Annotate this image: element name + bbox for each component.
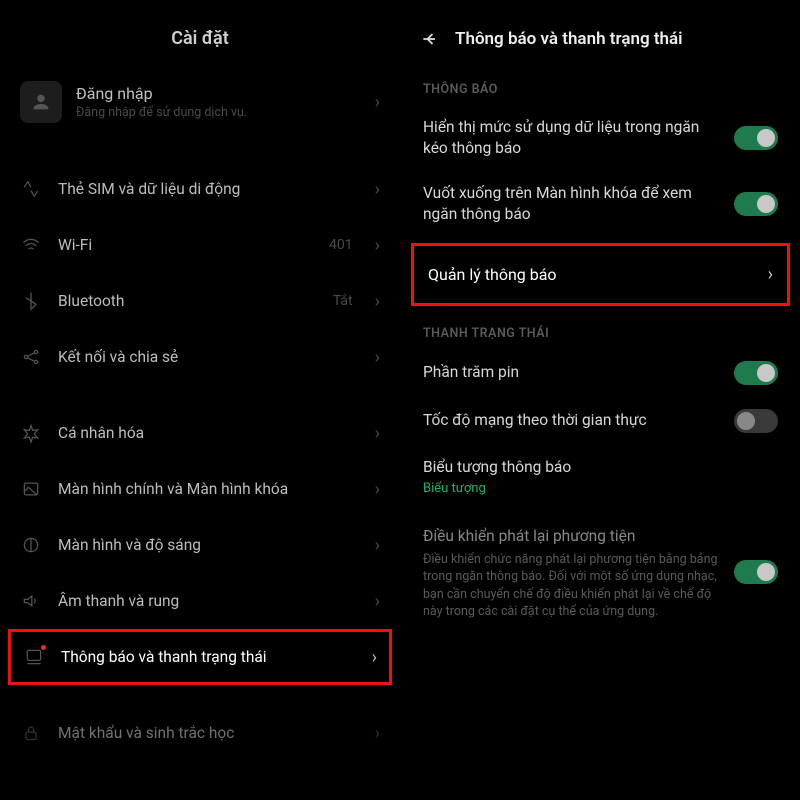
bluetooth-row[interactable]: Bluetooth Tắt › [0, 273, 400, 329]
notif-icons-sub: Biểu tượng [423, 481, 778, 496]
net-speed-row[interactable]: Tốc độ mạng theo thời gian thực [401, 397, 800, 445]
wifi-row[interactable]: Wi-Fi 401 › [0, 217, 400, 273]
notif-icons-label: Biểu tượng thông báo [423, 457, 778, 478]
notif-icons-row[interactable]: Biểu tượng thông báo Biểu tượng [401, 445, 800, 508]
brightness-icon [20, 534, 42, 556]
share-icon [20, 346, 42, 368]
chevron-right-icon: › [375, 235, 380, 256]
manage-notifications-label: Quản lý thông báo [428, 265, 754, 284]
net-speed-label: Tốc độ mạng theo thời gian thực [423, 410, 720, 431]
display-row[interactable]: Màn hình và độ sáng › [0, 517, 400, 573]
data-usage-label: Hiển thị mức sử dụng dữ liệu trong ngăn … [423, 117, 720, 159]
share-label: Kết nối và chia sẻ [58, 348, 359, 366]
home-lock-label: Màn hình chính và Màn hình khóa [58, 480, 359, 498]
chevron-right-icon: › [375, 723, 380, 744]
battery-pct-label: Phần trăm pin [423, 362, 720, 383]
page-title: Thông báo và thanh trạng thái [455, 29, 683, 49]
wifi-value: 401 [329, 237, 353, 253]
chevron-right-icon: › [375, 591, 380, 612]
chevron-right-icon: › [375, 347, 380, 368]
settings-panel: Cài đặt Đăng nhập Đăng nhập để sử dụng d… [0, 0, 400, 800]
manage-notifications-row[interactable]: Quản lý thông báo › [411, 243, 790, 306]
chevron-right-icon: › [375, 535, 380, 556]
chevron-right-icon: › [375, 92, 380, 113]
media-control-label: Điều khiển phát lại phương tiện [423, 526, 720, 547]
bluetooth-label: Bluetooth [58, 292, 317, 310]
page-title: Cài đặt [0, 0, 400, 71]
notifications-label: Thông báo và thanh trạng thái [61, 648, 356, 666]
chevron-right-icon: › [768, 264, 773, 285]
personalize-icon [20, 422, 42, 444]
password-row[interactable]: Mật khẩu và sinh trắc học › [0, 705, 400, 761]
bluetooth-icon [20, 290, 42, 312]
wifi-icon [20, 234, 42, 256]
account-subtitle: Đăng nhập để sử dụng dịch vụ. [76, 105, 247, 120]
media-control-row[interactable]: Điều khiển phát lại phương tiện Điều khi… [401, 508, 800, 633]
data-usage-row[interactable]: Hiển thị mức sử dụng dữ liệu trong ngăn … [401, 105, 800, 171]
back-arrow-icon[interactable] [419, 28, 441, 50]
notifications-panel: Thông báo và thanh trạng thái THÔNG BÁO … [400, 0, 800, 800]
sound-icon [20, 590, 42, 612]
picture-icon [20, 478, 42, 500]
chevron-right-icon: › [375, 423, 380, 444]
swipe-lock-label: Vuốt xuống trên Màn hình khóa để xem ngă… [423, 183, 720, 225]
data-usage-toggle[interactable] [734, 126, 778, 150]
swipe-lock-toggle[interactable] [734, 192, 778, 216]
section-label-notif: THÔNG BÁO [401, 68, 800, 105]
notification-icon [23, 646, 45, 668]
net-speed-toggle[interactable] [734, 409, 778, 433]
chevron-right-icon: › [372, 647, 377, 668]
sound-label: Âm thanh và rung [58, 592, 359, 610]
sound-row[interactable]: Âm thanh và rung › [0, 573, 400, 629]
sim-icon [20, 178, 42, 200]
password-label: Mật khẩu và sinh trắc học [58, 724, 359, 742]
personalize-row[interactable]: Cá nhân hóa › [0, 405, 400, 461]
battery-pct-row[interactable]: Phần trăm pin [401, 349, 800, 397]
avatar [20, 81, 62, 123]
display-label: Màn hình và độ sáng [58, 536, 359, 554]
sim-row[interactable]: Thẻ SIM và dữ liệu di động › [0, 161, 400, 217]
swipe-lock-row[interactable]: Vuốt xuống trên Màn hình khóa để xem ngă… [401, 171, 800, 237]
account-title: Đăng nhập [76, 84, 247, 103]
chevron-right-icon: › [375, 179, 380, 200]
battery-pct-toggle[interactable] [734, 361, 778, 385]
chevron-right-icon: › [375, 291, 380, 312]
share-row[interactable]: Kết nối và chia sẻ › [0, 329, 400, 385]
media-control-desc: Điều khiển chức năng phát lại phương tiệ… [423, 551, 720, 621]
sim-label: Thẻ SIM và dữ liệu di động [58, 180, 359, 198]
account-row[interactable]: Đăng nhập Đăng nhập để sử dụng dịch vụ. … [0, 71, 400, 141]
wifi-label: Wi-Fi [58, 236, 313, 254]
home-lock-row[interactable]: Màn hình chính và Màn hình khóa › [0, 461, 400, 517]
bluetooth-value: Tắt [333, 293, 353, 309]
personalize-label: Cá nhân hóa [58, 424, 359, 442]
lock-icon [20, 722, 42, 744]
notifications-row[interactable]: Thông báo và thanh trạng thái › [8, 629, 392, 685]
section-label-status: THANH TRẠNG THÁI [401, 312, 800, 349]
media-control-toggle[interactable] [734, 560, 778, 584]
chevron-right-icon: › [375, 479, 380, 500]
